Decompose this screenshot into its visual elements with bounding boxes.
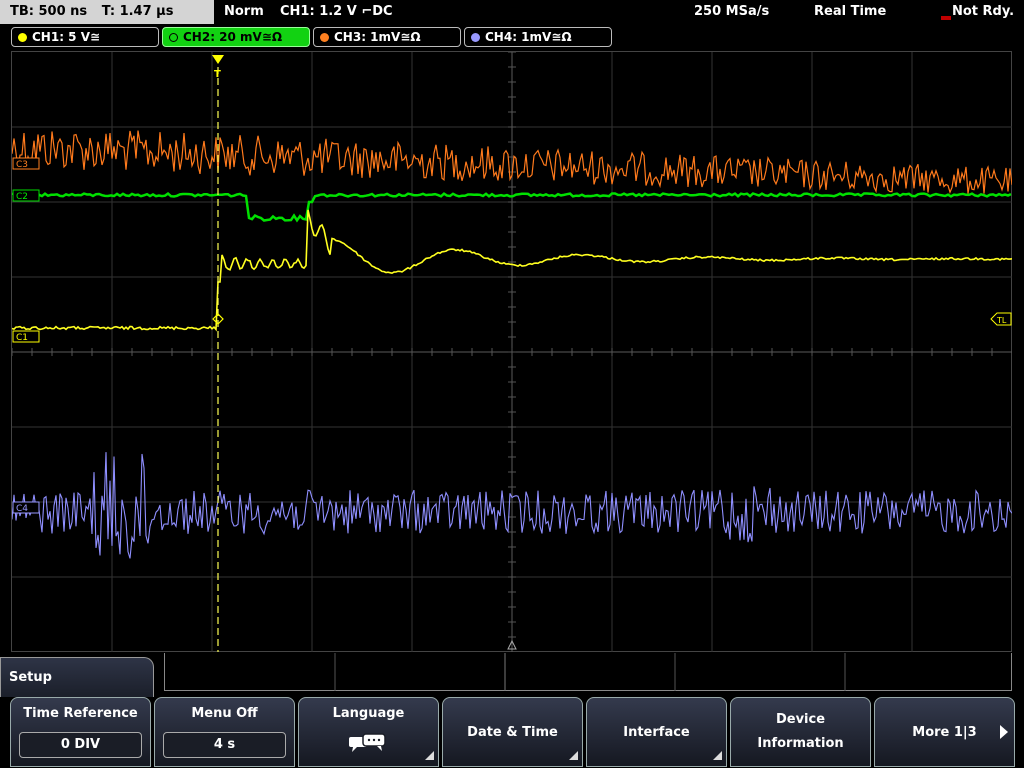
acquisition-state: Not Rdy. [952, 4, 1015, 19]
ch1-dot-icon [18, 33, 27, 42]
time-reference-label: Time Reference [23, 706, 138, 721]
c4-offset-marker[interactable]: C4 [12, 501, 40, 514]
c1-offset-marker[interactable]: C1 [12, 330, 40, 343]
more-label: More 1|3 [912, 725, 977, 740]
menu-title-label: Setup [9, 670, 52, 685]
state-indicator [941, 16, 951, 20]
trigger-level-marker[interactable]: TL [990, 312, 1012, 326]
menu-off-value[interactable]: 4 s [163, 732, 286, 758]
time-reference-value[interactable]: 0 DIV [19, 732, 142, 758]
soft-key-bar [164, 653, 1012, 691]
menu-title: Setup [0, 657, 154, 697]
timebase-box[interactable]: TB: 500 ns T: 1.47 µs [0, 0, 214, 24]
menu-off-label: Menu Off [191, 706, 258, 721]
waveform-canvas: T C3 C2 C1 C4 TL [12, 52, 1012, 652]
c2-marker-label: C2 [16, 192, 28, 202]
date-time-label: Date & Time [467, 725, 558, 740]
c1-marker-label: C1 [16, 333, 28, 343]
time-reference-button[interactable]: Time Reference 0 DIV [10, 697, 151, 767]
submenu-indicator-icon [425, 751, 434, 760]
device-label-line1: Device [775, 712, 826, 727]
ch2-label: CH2: 20 mV≅Ω [183, 30, 283, 44]
graticule [12, 52, 1012, 652]
trigger-time-value: T: 1.47 µs [101, 4, 174, 19]
trigger-mode[interactable]: Norm [224, 4, 264, 19]
waveform-display[interactable]: T C3 C2 C1 C4 TL [11, 51, 1012, 652]
language-button[interactable]: Language [298, 697, 439, 767]
c4-marker-label: C4 [16, 504, 28, 514]
device-label-line2: Information [757, 736, 844, 751]
tab-ch2[interactable]: CH2: 20 mV≅Ω [162, 27, 310, 47]
ch2-dot-icon [169, 33, 178, 42]
tab-ch1[interactable]: CH1: 5 V≅ [11, 27, 159, 47]
tab-ch4[interactable]: CH4: 1mV≅Ω [464, 27, 612, 47]
acquisition-mode: Real Time [814, 4, 887, 19]
more-button[interactable]: More 1|3 [874, 697, 1015, 767]
submenu-indicator-icon [713, 751, 722, 760]
interface-button[interactable]: Interface [586, 697, 727, 767]
c2-offset-marker[interactable]: C2 [12, 189, 40, 202]
submenu-indicator-icon [569, 751, 578, 760]
status-bar: TB: 500 ns T: 1.47 µs Norm CH1: 1.2 V ⌐D… [0, 0, 1024, 24]
trigger-source[interactable]: CH1: 1.2 V ⌐DC [280, 4, 393, 19]
speech-bubble-icon [349, 733, 386, 752]
ch1-label: CH1: 5 V≅ [32, 30, 101, 44]
interface-label: Interface [623, 725, 690, 740]
ch3-label: CH3: 1mV≅Ω [334, 30, 421, 44]
softbar-dividers [334, 653, 846, 691]
date-time-button[interactable]: Date & Time [442, 697, 583, 767]
device-information-label: Device Information [731, 708, 870, 756]
trigger-level-label: TL [996, 316, 1007, 325]
ch3-dot-icon [320, 33, 329, 42]
ch4-dot-icon [471, 33, 480, 42]
menu-off-button[interactable]: Menu Off 4 s [154, 697, 295, 767]
tab-ch3[interactable]: CH3: 1mV≅Ω [313, 27, 461, 47]
device-information-button[interactable]: Device Information [730, 697, 871, 767]
timebase-value: TB: 500 ns [10, 4, 88, 19]
sample-rate: 250 MSa/s [694, 4, 770, 19]
next-page-icon [1000, 725, 1008, 739]
language-label: Language [332, 706, 405, 721]
trigger-pos-label: T [214, 69, 221, 80]
ch4-label: CH4: 1mV≅Ω [485, 30, 572, 44]
c3-marker-label: C3 [16, 160, 28, 170]
c3-offset-marker[interactable]: C3 [12, 157, 40, 170]
trigger-position-icon[interactable] [212, 55, 224, 64]
